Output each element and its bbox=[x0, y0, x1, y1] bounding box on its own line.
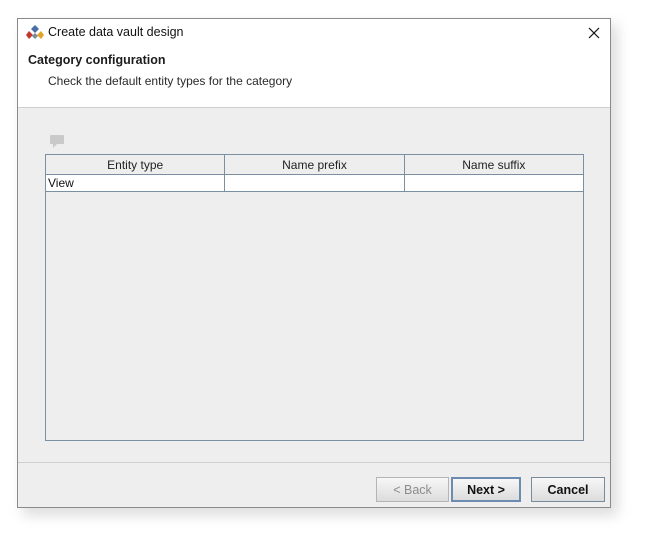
window-title: Create data vault design bbox=[48, 25, 184, 39]
app-icon bbox=[26, 25, 44, 39]
entity-type-table: Entity type Name prefix Name suffix View bbox=[45, 154, 584, 441]
title-bar: Create data vault design bbox=[18, 19, 610, 47]
cell-entity-type[interactable]: View bbox=[46, 175, 226, 191]
column-header-name-suffix[interactable]: Name suffix bbox=[405, 155, 583, 174]
next-button[interactable]: Next > bbox=[451, 477, 521, 502]
close-button[interactable] bbox=[582, 21, 606, 45]
table-row[interactable]: View bbox=[46, 175, 583, 192]
wizard-header: Category configuration Check the default… bbox=[18, 47, 610, 108]
cell-name-suffix[interactable] bbox=[405, 175, 583, 191]
cancel-button-label: Cancel bbox=[547, 482, 589, 497]
column-header-entity-type[interactable]: Entity type bbox=[46, 155, 226, 174]
footer-separator bbox=[18, 462, 610, 463]
close-icon bbox=[588, 27, 600, 39]
back-button[interactable]: < Back bbox=[376, 477, 449, 502]
dialog-window: Create data vault design Category config… bbox=[17, 18, 611, 508]
page-subtitle: Check the default entity types for the c… bbox=[48, 74, 293, 88]
back-button-label: < Back bbox=[393, 482, 432, 497]
next-button-label: Next > bbox=[467, 482, 505, 497]
table-header: Entity type Name prefix Name suffix bbox=[46, 155, 583, 175]
column-header-name-prefix[interactable]: Name prefix bbox=[225, 155, 405, 174]
page-title: Category configuration bbox=[28, 53, 166, 67]
cell-name-prefix[interactable] bbox=[225, 175, 405, 191]
cancel-button[interactable]: Cancel bbox=[531, 477, 605, 502]
comment-icon[interactable] bbox=[49, 133, 65, 149]
